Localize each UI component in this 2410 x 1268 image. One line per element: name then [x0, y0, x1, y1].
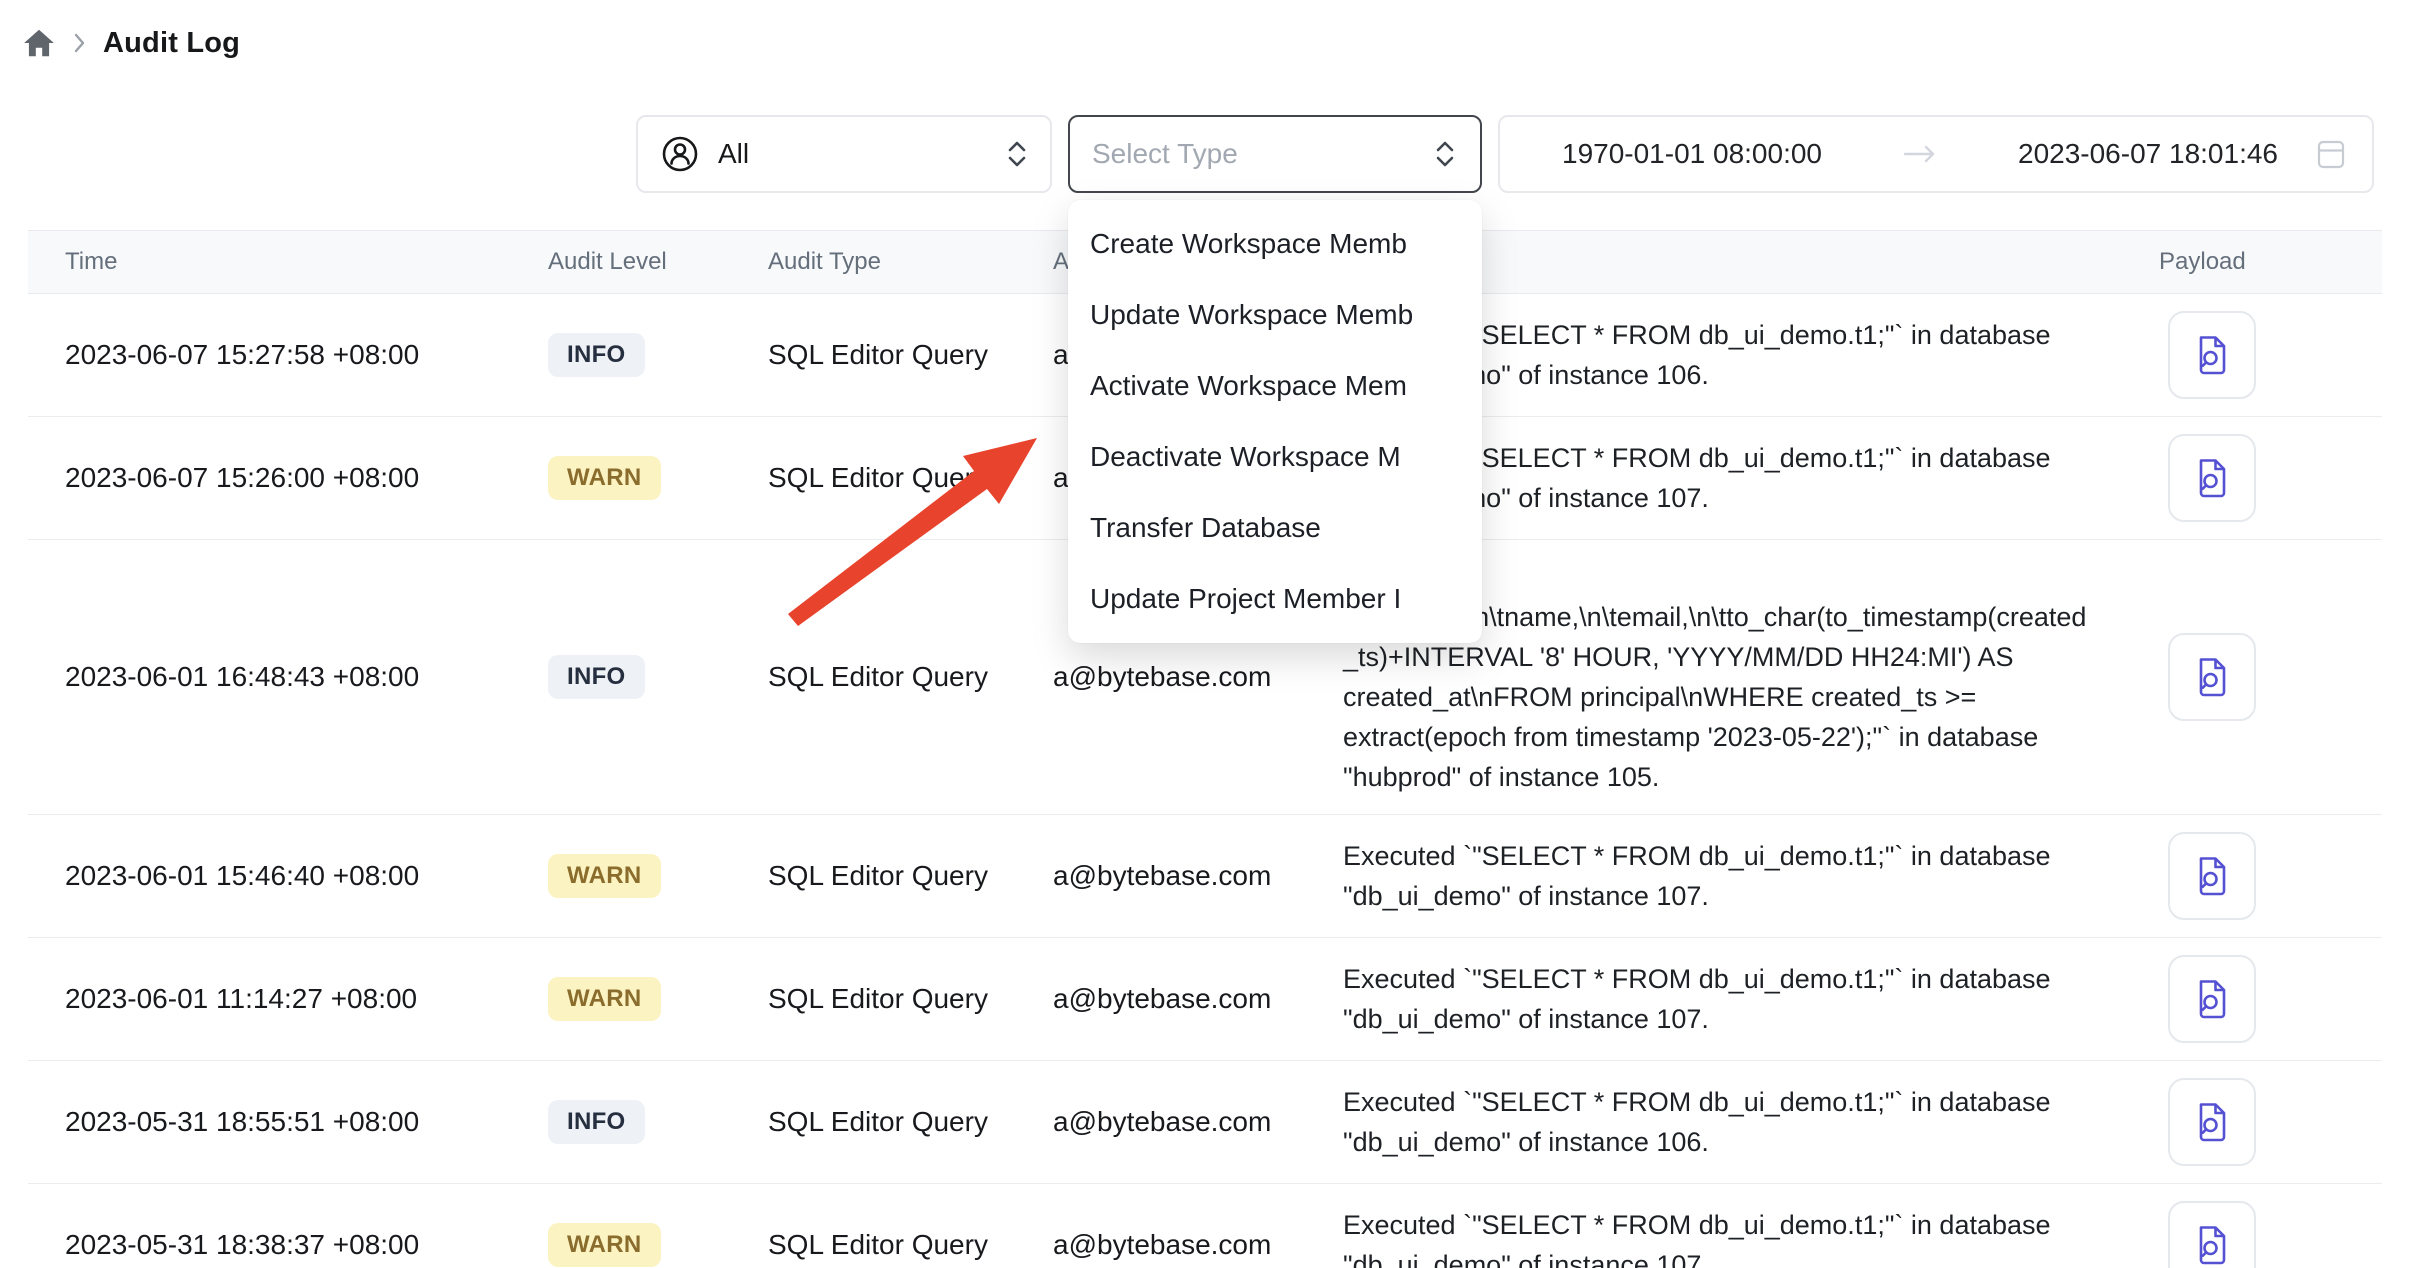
cell-level: INFO — [548, 333, 768, 377]
file-search-icon — [2189, 332, 2235, 378]
chevrons-up-down-icon — [1004, 137, 1030, 171]
actor-filter-select[interactable]: All — [636, 115, 1052, 193]
actor-filter-value: All — [718, 138, 749, 170]
cell-type: SQL Editor Query — [768, 339, 1053, 371]
cell-time: 2023-05-31 18:55:51 +08:00 — [28, 1106, 548, 1138]
cell-type: SQL Editor Query — [768, 1229, 1053, 1261]
file-search-icon — [2189, 654, 2235, 700]
file-search-icon — [2189, 455, 2235, 501]
type-dropdown-menu: Create Workspace Memb Update Workspace M… — [1068, 200, 1482, 643]
column-header-payload: Payload — [2135, 248, 2382, 276]
home-icon[interactable] — [22, 26, 56, 60]
cell-time: 2023-06-01 15:46:40 +08:00 — [28, 860, 548, 892]
dropdown-item[interactable]: Activate Workspace Mem — [1068, 350, 1482, 421]
view-payload-button[interactable] — [2168, 955, 2256, 1043]
cell-type: SQL Editor Query — [768, 860, 1053, 892]
audit-level-badge: WARN — [548, 456, 661, 500]
cell-payload — [2135, 311, 2382, 399]
date-range-input[interactable]: 1970-01-01 08:00:00 2023-06-07 18:01:46 — [1498, 115, 2374, 193]
type-filter-select[interactable]: Select Type — [1068, 115, 1482, 193]
cell-type: SQL Editor Query — [768, 462, 1053, 494]
cell-time: 2023-06-07 15:26:00 +08:00 — [28, 462, 548, 494]
date-range-end[interactable]: 2023-06-07 18:01:46 — [2018, 138, 2278, 170]
cell-level: WARN — [548, 977, 768, 1021]
audit-level-badge: WARN — [548, 977, 661, 1021]
cell-level: WARN — [548, 456, 768, 500]
cell-comment: Executed `"SELECT * FROM db_ui_demo.t1;"… — [1343, 1082, 2135, 1162]
dropdown-item[interactable]: Create Workspace Memb — [1068, 208, 1482, 279]
cell-payload — [2135, 955, 2382, 1043]
cell-level: WARN — [548, 854, 768, 898]
breadcrumb: Audit Log — [22, 26, 240, 60]
cell-actor: a@bytebase.com — [1053, 860, 1343, 892]
file-search-icon — [2189, 1099, 2235, 1145]
cell-comment: Executed `"SELECT * FROM db_ui_demo.t1;"… — [1343, 959, 2135, 1039]
dropdown-item[interactable]: Update Workspace Memb — [1068, 279, 1482, 350]
cell-time: 2023-06-01 16:48:43 +08:00 — [28, 661, 548, 693]
column-header-time: Time — [28, 248, 548, 276]
cell-level: INFO — [548, 655, 768, 699]
cell-payload — [2135, 832, 2382, 920]
view-payload-button[interactable] — [2168, 1201, 2256, 1268]
file-search-icon — [2189, 853, 2235, 899]
cell-payload — [2135, 1078, 2382, 1166]
page-title: Audit Log — [103, 27, 240, 60]
cell-type: SQL Editor Query — [768, 661, 1053, 693]
audit-log-page: Audit Log All Select Type 1970-01-01 08:… — [0, 0, 2410, 1268]
cell-comment: Executed `"SELECT * FROM db_ui_demo.t1;"… — [1343, 836, 2135, 916]
cell-type: SQL Editor Query — [768, 1106, 1053, 1138]
date-range-start[interactable]: 1970-01-01 08:00:00 — [1562, 138, 1822, 170]
audit-level-badge: WARN — [548, 1223, 661, 1267]
cell-time: 2023-06-01 11:14:27 +08:00 — [28, 983, 548, 1015]
chevrons-up-down-icon — [1432, 137, 1458, 171]
dropdown-item[interactable]: Transfer Database — [1068, 492, 1482, 563]
cell-actor: a@bytebase.com — [1053, 1229, 1343, 1261]
view-payload-button[interactable] — [2168, 311, 2256, 399]
dropdown-item[interactable]: Deactivate Workspace M — [1068, 421, 1482, 492]
file-search-icon — [2189, 1222, 2235, 1268]
cell-payload — [2135, 633, 2382, 721]
table-row: 2023-06-01 15:46:40 +08:00 WARN SQL Edit… — [28, 815, 2382, 938]
view-payload-button[interactable] — [2168, 1078, 2256, 1166]
view-payload-button[interactable] — [2168, 633, 2256, 721]
column-header-level: Audit Level — [548, 248, 768, 276]
cell-comment: Executed `"SELECT * FROM db_ui_demo.t1;"… — [1343, 1205, 2135, 1268]
table-row: 2023-06-01 11:14:27 +08:00 WARN SQL Edit… — [28, 938, 2382, 1061]
view-payload-button[interactable] — [2168, 434, 2256, 522]
calendar-icon — [2316, 137, 2346, 171]
cell-actor: a@bytebase.com — [1053, 661, 1343, 693]
cell-level: WARN — [548, 1223, 768, 1267]
chevron-right-icon — [72, 32, 87, 54]
cell-type: SQL Editor Query — [768, 983, 1053, 1015]
table-row: 2023-05-31 18:55:51 +08:00 INFO SQL Edit… — [28, 1061, 2382, 1184]
cell-actor: a@bytebase.com — [1053, 1106, 1343, 1138]
audit-level-badge: INFO — [548, 333, 645, 377]
arrow-right-icon — [1903, 144, 1937, 164]
file-search-icon — [2189, 976, 2235, 1022]
type-filter-placeholder: Select Type — [1092, 138, 1238, 170]
cell-payload — [2135, 434, 2382, 522]
cell-time: 2023-05-31 18:38:37 +08:00 — [28, 1229, 548, 1261]
dropdown-item[interactable]: Update Project Member I — [1068, 563, 1482, 634]
view-payload-button[interactable] — [2168, 832, 2256, 920]
table-row: 2023-05-31 18:38:37 +08:00 WARN SQL Edit… — [28, 1184, 2382, 1268]
audit-level-badge: WARN — [548, 854, 661, 898]
user-circle-icon — [658, 132, 702, 176]
cell-actor: a@bytebase.com — [1053, 983, 1343, 1015]
cell-time: 2023-06-07 15:27:58 +08:00 — [28, 339, 548, 371]
audit-level-badge: INFO — [548, 1100, 645, 1144]
cell-payload — [2135, 1201, 2382, 1268]
column-header-type: Audit Type — [768, 248, 1053, 276]
audit-level-badge: INFO — [548, 655, 645, 699]
cell-level: INFO — [548, 1100, 768, 1144]
